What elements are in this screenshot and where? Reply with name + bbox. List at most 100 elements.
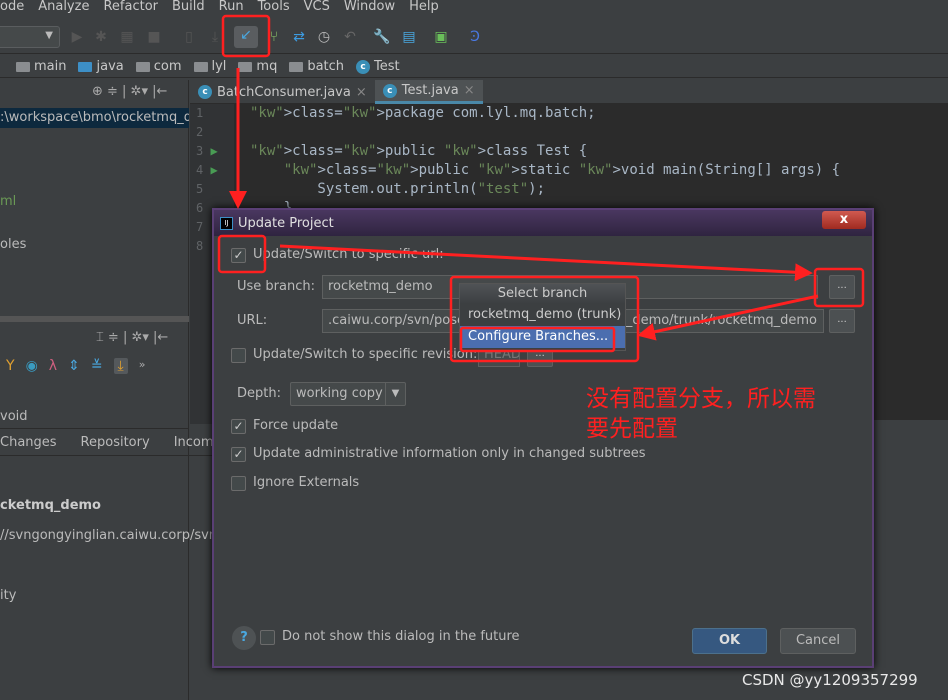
line-number: 1: [196, 106, 204, 120]
collapse-icon[interactable]: ≚: [91, 358, 103, 374]
tree-item-libraries[interactable]: oles: [0, 237, 26, 252]
depth-select[interactable]: working copy ▼: [290, 382, 406, 406]
run-icon[interactable]: ▶: [68, 28, 86, 46]
project-panel-toolbar-icons[interactable]: ⊕ ≑ | ✲▾ |←: [92, 84, 167, 99]
menu-bar: ode Analyze Refactor Build Run Tools VCS…: [0, 0, 948, 18]
code-line: "kw">class="kw">public "kw">static "kw">…: [283, 162, 841, 178]
breadcrumb-test[interactable]: c Test: [352, 59, 404, 74]
breadcrumb-com[interactable]: com: [132, 59, 186, 74]
breadcrumb-main[interactable]: main: [12, 59, 70, 74]
update-admin-label: Update administrative information only i…: [253, 446, 646, 461]
close-icon[interactable]: ×: [356, 85, 367, 100]
ignore-externals-label: Ignore Externals: [253, 475, 360, 490]
tab-label: Test.java: [401, 83, 459, 98]
line-number: 5: [196, 182, 204, 196]
tab-changes[interactable]: Changes: [0, 435, 57, 450]
class-icon: c: [382, 83, 397, 98]
properties-icon[interactable]: ◉: [26, 358, 38, 374]
repo-name: cketmq_demo: [0, 498, 101, 513]
ok-button[interactable]: OK: [692, 628, 767, 654]
lambda-icon[interactable]: λ: [49, 358, 57, 374]
branch-item-trunk[interactable]: rocketmq_demo (trunk): [460, 304, 625, 326]
menu-analyze[interactable]: Analyze: [38, 0, 89, 18]
structure-toolbar-icons[interactable]: ⌶ ≑ | ✲▾ |←: [96, 330, 168, 345]
chevron-down-icon: ▼: [385, 383, 405, 405]
menu-code[interactable]: ode: [0, 0, 24, 18]
build-icon[interactable]: ▯: [180, 28, 198, 46]
tab-label: BatchConsumer.java: [217, 84, 351, 100]
more-icon[interactable]: »: [139, 358, 146, 374]
close-icon[interactable]: ×: [464, 83, 475, 98]
close-button[interactable]: x: [822, 211, 866, 229]
breadcrumb-mq[interactable]: mq: [234, 59, 281, 74]
jrebel-icon[interactable]: Ͽ: [466, 28, 484, 46]
depth-label: Depth:: [237, 386, 281, 401]
project-structure-icon[interactable]: ▤: [400, 28, 418, 46]
line-number: 3 ▶: [196, 144, 218, 158]
url-browse-button[interactable]: ...: [829, 309, 855, 333]
scrollbar[interactable]: [0, 316, 189, 322]
switch-url-label: Update/Switch to specific url:: [253, 247, 444, 262]
annotation-text: 没有配置分支，所以需 要先配置: [586, 386, 816, 442]
debug-icon[interactable]: ✱: [92, 28, 110, 46]
sdk-icon[interactable]: ▣: [432, 28, 450, 46]
revision-checkbox[interactable]: [231, 348, 246, 363]
project-root-item[interactable]: :\workspace\bmo\rocketmq_d: [0, 108, 189, 128]
cancel-button[interactable]: Cancel: [780, 628, 856, 654]
autoscroll-icon[interactable]: ⤓: [113, 358, 128, 374]
ignore-externals-checkbox[interactable]: [231, 476, 246, 491]
menu-refactor[interactable]: Refactor: [103, 0, 158, 18]
structure-filter-bar: Y ◉ λ ⇕ ≚ ⤓ »: [6, 358, 145, 374]
code-line: "kw">class="kw">package com.lyl.mq.batch…: [250, 105, 596, 121]
force-update-label: Force update: [253, 418, 339, 433]
revert-icon[interactable]: ↶: [341, 28, 359, 46]
package-icon: [135, 61, 150, 72]
tab-test[interactable]: c Test.java ×: [374, 80, 483, 104]
menu-run[interactable]: Run: [219, 0, 244, 18]
do-not-show-label: Do not show this dialog in the future: [282, 629, 520, 644]
breadcrumb-java[interactable]: java: [74, 59, 127, 74]
do-not-show-checkbox[interactable]: [260, 630, 275, 645]
switch-url-checkbox[interactable]: ✓: [231, 248, 246, 263]
run-config-select[interactable]: ▼: [0, 26, 60, 48]
breadcrumb-batch[interactable]: batch: [285, 59, 348, 74]
code-line: "kw">class="kw">public "kw">class Test {: [250, 143, 588, 159]
tree-item-xml[interactable]: ml: [0, 194, 16, 209]
deploy-icon[interactable]: ⤓: [206, 28, 224, 46]
crumb-label: main: [34, 59, 67, 74]
tab-repository[interactable]: Repository: [81, 435, 150, 450]
help-icon[interactable]: ?: [232, 626, 256, 650]
line-number: 2: [196, 125, 204, 139]
expand-icon[interactable]: ⇕: [68, 358, 80, 374]
tab-incoming[interactable]: Incomin: [174, 435, 212, 450]
run-gutter-icon[interactable]: ▶: [210, 144, 217, 158]
update-admin-checkbox[interactable]: ✓: [231, 447, 246, 462]
settings-icon[interactable]: 🔧: [373, 28, 391, 46]
menu-vcs[interactable]: VCS: [304, 0, 330, 18]
select-branch-popup: Select branch rocketmq_demo (trunk) Conf…: [459, 283, 626, 351]
menu-help[interactable]: Help: [409, 0, 439, 18]
configure-branches-item[interactable]: Configure Branches...: [460, 326, 625, 348]
coverage-icon[interactable]: ▦: [118, 28, 136, 46]
force-update-checkbox[interactable]: ✓: [231, 419, 246, 434]
watermark: CSDN @yy1209357299: [742, 671, 918, 689]
menu-build[interactable]: Build: [172, 0, 205, 18]
vcs-history-icon[interactable]: ◷: [315, 28, 333, 46]
use-branch-browse-button[interactable]: ...: [829, 275, 855, 299]
dialog-title: Update Project: [238, 215, 334, 231]
crumb-label: com: [153, 59, 182, 74]
run-gutter-icon[interactable]: ▶: [210, 163, 217, 177]
fields-icon[interactable]: Y: [6, 358, 15, 374]
stop-icon[interactable]: ■: [145, 28, 163, 46]
line-number: 4 ▶: [196, 163, 218, 177]
vcs-compare-icon[interactable]: ⇄: [290, 28, 308, 46]
structure-item-void[interactable]: void: [0, 409, 28, 424]
package-icon: [289, 61, 304, 72]
menu-window[interactable]: Window: [344, 0, 395, 18]
vcs-update-icon[interactable]: ↙: [234, 26, 258, 48]
menu-tools[interactable]: Tools: [258, 0, 290, 18]
tab-batchconsumer[interactable]: c BatchConsumer.java ×: [190, 80, 375, 104]
breadcrumb-lyl[interactable]: lyl: [190, 59, 231, 74]
vcs-tabs: Changes Repository Incomin: [0, 430, 212, 456]
vcs-commit-icon[interactable]: ⑂: [265, 28, 283, 46]
